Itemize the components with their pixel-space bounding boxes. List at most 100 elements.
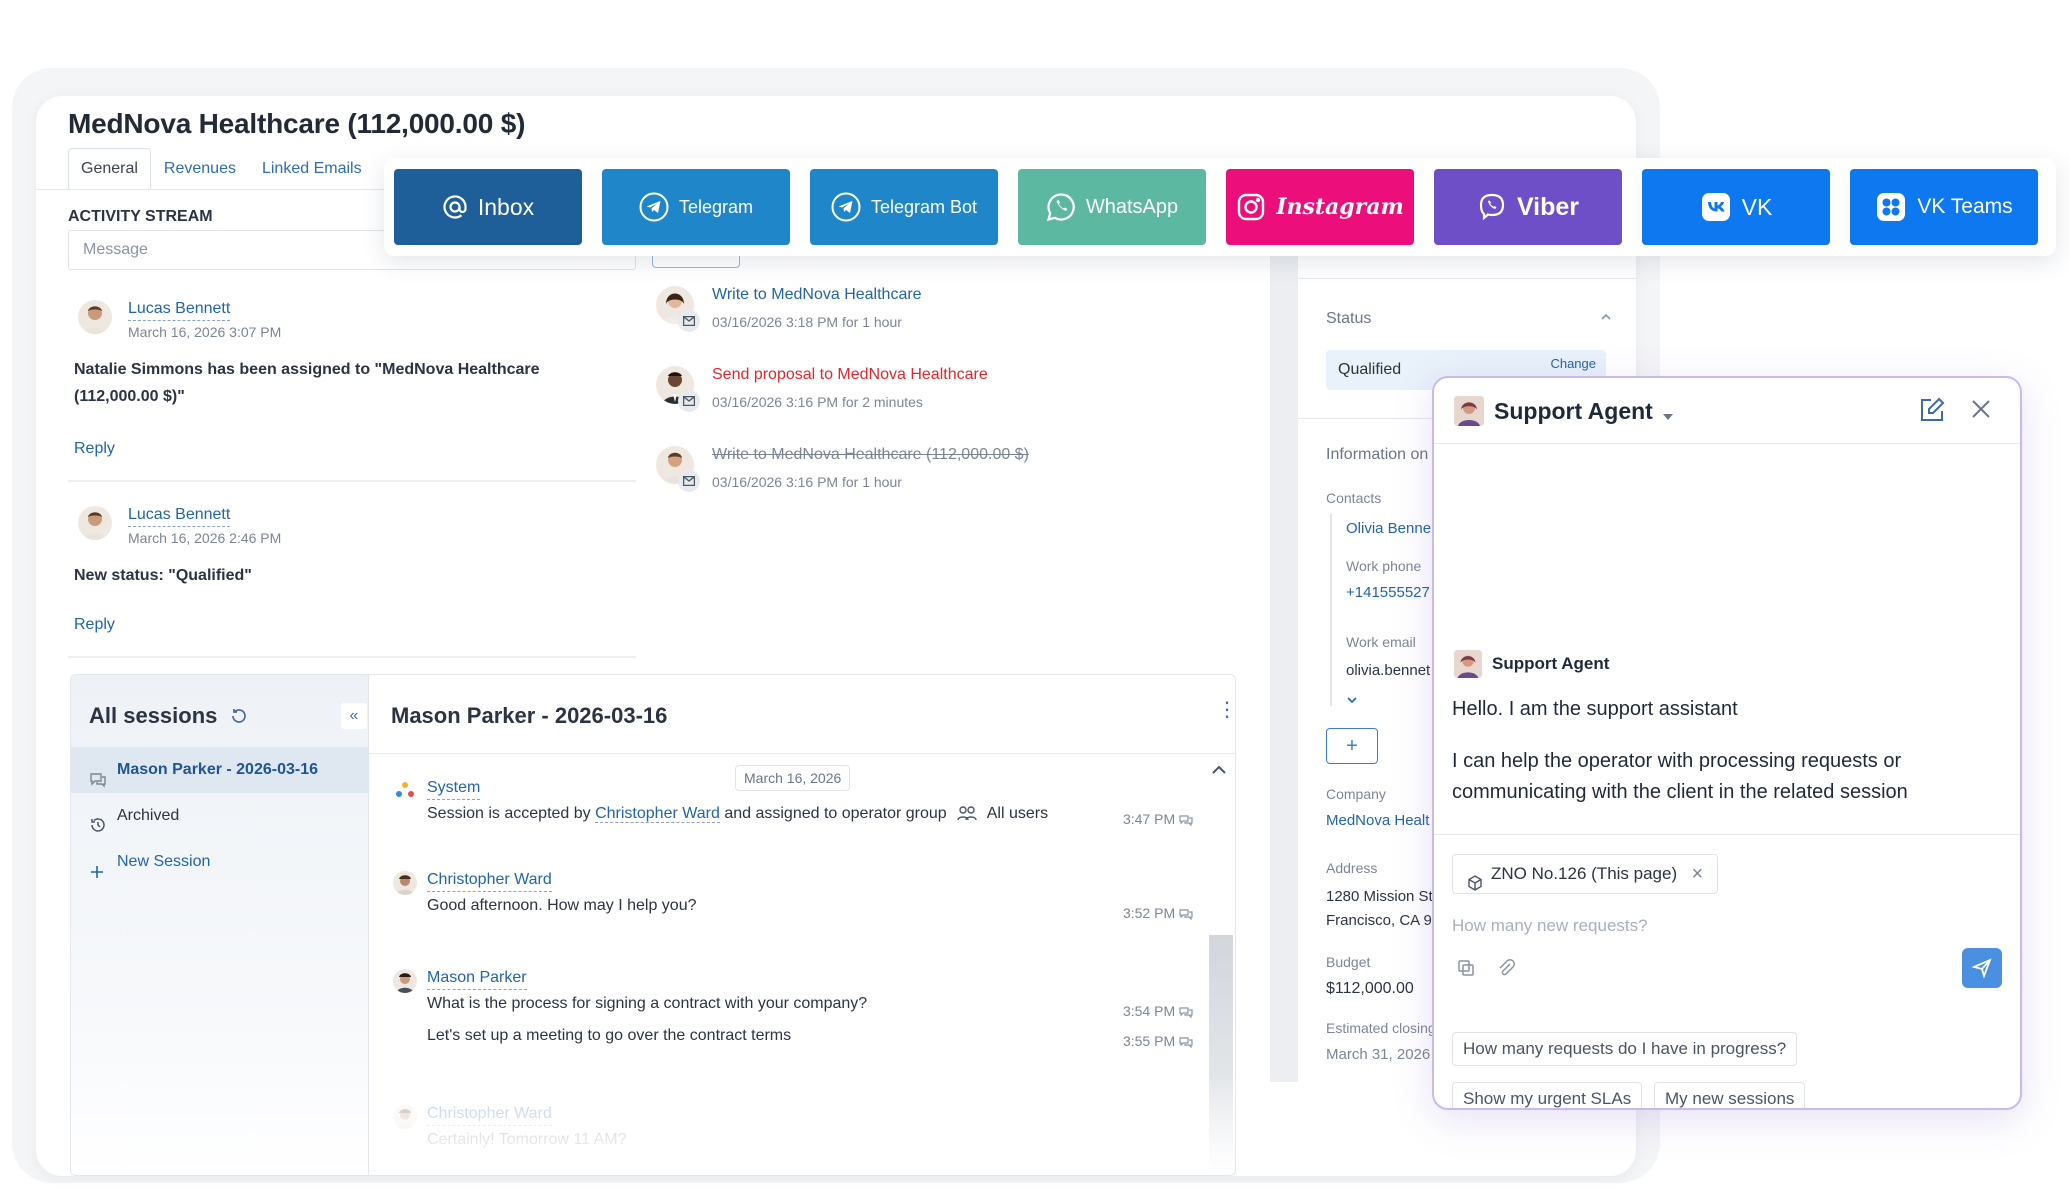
message-author[interactable]: Mason Parker (427, 969, 527, 990)
message-author[interactable]: System (427, 779, 481, 800)
add-contact-button[interactable]: + (1326, 728, 1378, 764)
suggestion-chip[interactable]: How many requests do I have in progress? (1452, 1032, 1798, 1066)
plus-icon (89, 853, 107, 878)
channel-label: Instagram (1276, 194, 1404, 220)
suggestion-chip[interactable]: My new sessions (1654, 1082, 1806, 1108)
agent-message: I can help the operator with processing … (1452, 750, 1908, 803)
cube-icon (1467, 867, 1483, 905)
post-divider (68, 656, 636, 658)
channel-viber[interactable]: Viber (1434, 169, 1622, 245)
address-label: Address (1326, 860, 1378, 876)
budget-label: Budget (1326, 954, 1371, 970)
chat-message: Mason Parker What is the process for sig… (393, 969, 1193, 1059)
post-time: March 16, 2026 3:07 PM (128, 324, 282, 340)
channel-label: Inbox (477, 193, 535, 220)
operator-link[interactable]: Christopher Ward (595, 805, 720, 823)
instagram-icon (1237, 193, 1265, 221)
post-author[interactable]: Lucas Bennett (128, 300, 231, 321)
collapse-sidebar-button[interactable]: « (341, 703, 367, 729)
session-label: Mason Parker - 2026-03-16 (117, 761, 318, 778)
address-line-2: Francisco, CA 9 (1326, 912, 1432, 929)
remove-chip-icon[interactable]: × (1691, 855, 1703, 893)
context-chip-label: ZNO No.126 (This page) (1491, 864, 1678, 883)
context-chip[interactable]: ZNO No.126 (This page) × (1452, 854, 1719, 894)
refresh-icon[interactable] (230, 707, 248, 725)
activity-item[interactable]: Write to MedNova Healthcare 03/16/2026 3… (656, 286, 1096, 346)
chevron-down-icon[interactable] (1346, 692, 1358, 710)
channel-telegram[interactable]: Telegram (602, 169, 790, 245)
attach-icon[interactable] (1496, 958, 1516, 983)
reply-link[interactable]: Reply (74, 616, 115, 634)
agent-avatar (1454, 650, 1482, 678)
agent-input[interactable]: How many new requests? (1452, 916, 1648, 936)
activity-time: 03/16/2026 3:18 PM for 1 hour (712, 314, 902, 330)
channel-vk[interactable]: VK (1642, 169, 1830, 245)
channel-label: WhatsApp (1085, 195, 1179, 218)
activity-item[interactable]: Write to MedNova Healthcare (112,000.00 … (656, 446, 1096, 506)
work-phone-label: Work phone (1346, 558, 1422, 574)
tab-revenues[interactable]: Revenues (151, 148, 249, 190)
address-line-1: 1280 Mission St (1326, 888, 1433, 905)
work-phone-link[interactable]: +141555527 (1346, 584, 1430, 601)
company-link[interactable]: MedNova Healt (1326, 812, 1429, 829)
chevron-up-icon[interactable] (1600, 310, 1612, 328)
message-text: Session is accepted by Christopher Ward … (427, 805, 1048, 823)
company-label: Company (1326, 786, 1386, 802)
channel-label: VK (1741, 193, 1773, 220)
users-group-icon (957, 806, 977, 821)
vk-teams-icon (1877, 193, 1906, 221)
agent-message-author: Support Agent (1492, 654, 1610, 673)
contact-name-link[interactable]: Olivia Benne (1346, 520, 1431, 537)
session-item-archived[interactable]: Archived (71, 793, 369, 839)
at-icon (443, 195, 467, 219)
channel-inbox[interactable]: Inbox (394, 169, 582, 245)
activity-time: 03/16/2026 3:16 PM for 1 hour (712, 474, 902, 490)
agent-avatar (1454, 396, 1484, 426)
channel-label: Telegram Bot (870, 196, 978, 217)
tab-linked-emails[interactable]: Linked Emails (249, 148, 375, 190)
status-label: Status (1326, 310, 1372, 327)
activity-title[interactable]: Write to MedNova Healthcare (112,000.00 … (712, 446, 1029, 464)
record-card: MedNova Healthcare (112,000.00 $) Genera… (36, 96, 1636, 1176)
work-email-value[interactable]: olivia.bennet (1346, 662, 1430, 679)
agent-title[interactable]: Support Agent (1494, 398, 1653, 425)
activity-title[interactable]: Send proposal to MedNova Healthcare (712, 366, 988, 384)
work-email-label: Work email (1346, 634, 1416, 650)
reply-link[interactable]: Reply (74, 440, 115, 458)
activity-title[interactable]: Write to MedNova Healthcare (712, 286, 922, 304)
message-text: Good afternoon. How may I help you? (427, 897, 697, 914)
message-author[interactable]: Christopher Ward (427, 871, 552, 892)
channel-instagram[interactable]: Instagram (1226, 169, 1414, 245)
post-text: New status: "Qualified" (74, 567, 252, 584)
avatar (78, 300, 112, 334)
scroll-up-icon[interactable] (1211, 763, 1227, 779)
mail-icon (678, 390, 700, 412)
tab-general[interactable]: General (68, 148, 151, 190)
session-item-current[interactable]: Mason Parker - 2026-03-16 (71, 747, 369, 793)
agent-message: Hello. I am the support assistant (1452, 698, 1738, 720)
avatar (78, 506, 112, 540)
close-icon[interactable] (1968, 396, 1994, 427)
activity-time: 03/16/2026 3:16 PM for 2 minutes (712, 394, 923, 410)
contacts-label: Contacts (1326, 490, 1382, 506)
activity-item[interactable]: Send proposal to MedNova Healthcare 03/1… (656, 366, 1096, 426)
support-agent-panel: Support Agent Support Agent Hello. I am … (1432, 376, 2022, 1110)
send-button[interactable] (1962, 948, 2002, 988)
record-tabs: General Revenues Linked Emails (68, 148, 375, 190)
channel-label: VK Teams (1917, 195, 2013, 218)
message-author[interactable]: Christopher Ward (427, 1105, 552, 1126)
scrollbar-thumb[interactable] (1209, 935, 1233, 1175)
edit-icon[interactable] (1918, 396, 1946, 429)
send-icon (1972, 958, 1992, 978)
post-author[interactable]: Lucas Bennett (128, 506, 231, 527)
channel-vk-teams[interactable]: VK Teams (1850, 169, 2038, 245)
channel-whatsapp[interactable]: WhatsApp (1018, 169, 1206, 245)
channel-telegram-bot[interactable]: Telegram Bot (810, 169, 998, 245)
suggestion-chip[interactable]: Show my urgent SLAs (1452, 1082, 1643, 1108)
message-text-pre: Session is accepted by (427, 805, 596, 822)
copy-icon[interactable] (1456, 958, 1476, 983)
sessions-title-text: All sessions (89, 703, 218, 728)
more-icon[interactable]: ⋮ (1217, 700, 1235, 720)
new-session-button[interactable]: New Session (71, 839, 369, 885)
caret-down-icon[interactable] (1662, 408, 1674, 426)
